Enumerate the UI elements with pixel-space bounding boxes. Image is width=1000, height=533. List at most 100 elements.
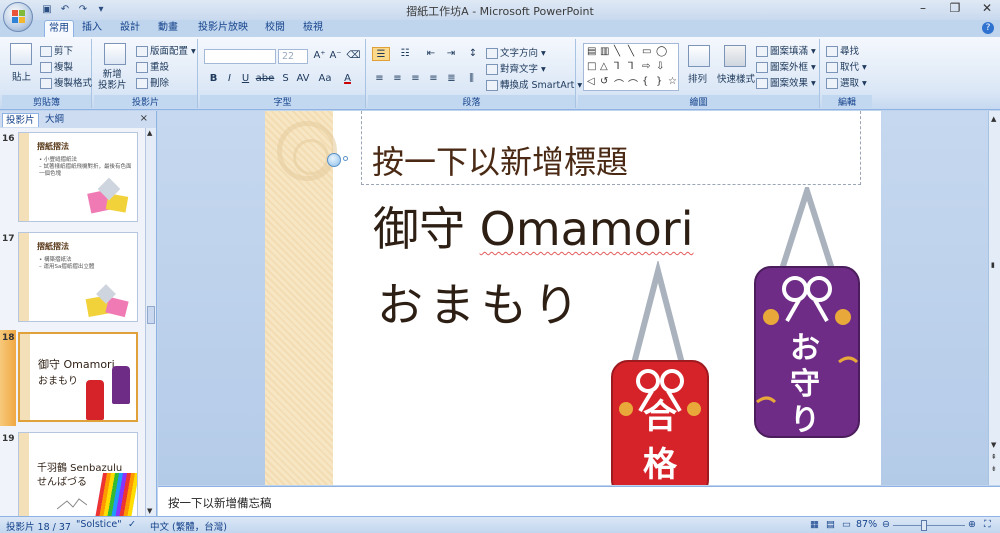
slide-heading[interactable]: 御守 Omamori — [373, 193, 693, 259]
font-color-button[interactable]: A — [340, 72, 355, 86]
shape-rect2-icon[interactable]: □ — [587, 61, 596, 72]
distribute-icon[interactable]: ≣ — [444, 72, 459, 86]
arrange-icon[interactable] — [688, 45, 710, 67]
paste-icon[interactable] — [10, 43, 32, 65]
grow-font-icon[interactable]: A⁺ — [312, 49, 327, 63]
replace-button[interactable]: 取代 ▾ — [826, 59, 867, 73]
quick-styles-button[interactable]: 快速樣式 — [717, 71, 755, 85]
zoom-level[interactable]: 87% — [856, 519, 877, 530]
zoom-in-icon[interactable]: ⊕ — [968, 519, 976, 530]
shape-elbow2-icon[interactable]: ⅂ — [628, 61, 634, 72]
reset-button[interactable]: 重設 — [136, 59, 169, 73]
strikethrough-button[interactable]: abe — [255, 72, 275, 86]
help-icon[interactable]: ? — [982, 22, 994, 34]
title-placeholder[interactable]: 按一下以新增標題 — [361, 111, 861, 185]
line-spacing-icon[interactable]: ↕ — [464, 47, 482, 61]
normal-view-icon[interactable]: ▦ — [810, 519, 819, 530]
tab-review[interactable]: 校閱 — [262, 20, 288, 37]
scroll-down-icon[interactable]: ▼ — [991, 441, 996, 449]
find-button[interactable]: 尋找 — [826, 43, 859, 57]
slide-subheading[interactable]: おまもり — [377, 269, 585, 335]
tab-insert[interactable]: 插入 — [79, 20, 105, 37]
zoom-slider-knob[interactable] — [921, 520, 927, 531]
tab-slides-pane[interactable]: 投影片 — [2, 113, 39, 127]
tab-view[interactable]: 檢視 — [300, 20, 326, 37]
paste-button[interactable]: 貼上 — [12, 69, 31, 83]
sorter-view-icon[interactable]: ▤ — [826, 519, 835, 530]
shape-connector2-icon[interactable]: ⌒ — [628, 76, 638, 91]
shapes-gallery[interactable]: ▤ ▥ ╲ ╲ ▭ ◯ □ △ ⅂ ⅂ ⇨ ⇩ ◁ ↺ ⌒ ⌒ { } ☆ — [583, 43, 679, 91]
minimize-icon[interactable]: – — [916, 1, 930, 15]
new-slide-icon[interactable] — [104, 43, 126, 65]
shrink-font-icon[interactable]: A⁻ — [328, 49, 343, 63]
slide-thumbnail-18[interactable]: 御守 Omamori おまもり — [18, 332, 138, 422]
tab-home[interactable]: 常用 — [44, 20, 74, 37]
shape-connector-icon[interactable]: ⌒ — [614, 76, 624, 91]
convert-smartart-button[interactable]: 轉換成 SmartArt ▾ — [486, 77, 582, 91]
slide-thumbnail-16[interactable]: 摺紙摺法 • 小豐縫摺紙法 – 試著樣紙摺紙飛機對折，最後有色面 一個色塊 — [18, 132, 138, 222]
justify-icon[interactable]: ≡ — [426, 72, 441, 86]
layout-button[interactable]: 版面配置 ▾ — [136, 43, 196, 57]
shape-outline-button[interactable]: 圖案外框 ▾ — [756, 59, 816, 73]
slide-thumbnail-19[interactable]: 千羽鶴 Senbazulu せんばづる — [18, 432, 138, 516]
char-spacing-button[interactable]: AV — [294, 72, 312, 86]
slide-scrollbar[interactable]: ▲ ▮ ▼ ⇞ ⇟ — [988, 111, 1000, 485]
shape-arrow-right-icon[interactable]: ⇨ — [642, 61, 650, 72]
shape-line2-icon[interactable]: ╲ — [628, 46, 634, 57]
notes-pane[interactable]: 按一下以新增備忘稿 — [158, 486, 1000, 516]
numbering-icon[interactable]: ☷ — [396, 47, 414, 61]
shape-triangle-icon[interactable]: △ — [600, 61, 608, 72]
shape-triangle2-icon[interactable]: ◁ — [587, 76, 595, 87]
close-icon[interactable]: ✕ — [980, 1, 994, 15]
pane-scroll-thumb[interactable] — [147, 306, 155, 324]
tab-slideshow[interactable]: 投影片放映 — [195, 20, 251, 37]
columns-icon[interactable]: ⫼ — [464, 72, 479, 86]
resize-handle[interactable] — [343, 156, 348, 161]
decrease-indent-icon[interactable]: ⇤ — [422, 47, 440, 61]
scroll-down-icon[interactable]: ▼ — [147, 507, 152, 515]
clear-format-icon[interactable]: ⌫ — [346, 49, 361, 63]
new-slide-button[interactable]: 新增 投影片 — [98, 69, 127, 91]
quick-styles-icon[interactable] — [724, 45, 746, 67]
shape-fill-button[interactable]: 圖案填滿 ▾ — [756, 43, 816, 57]
shape-textbox-icon[interactable]: ▤ — [587, 46, 596, 57]
zoom-out-icon[interactable]: ⊖ — [882, 519, 890, 530]
tab-design[interactable]: 設計 — [117, 20, 143, 37]
format-painter-button[interactable]: 複製格式 — [40, 75, 92, 89]
shape-star-icon[interactable]: ☆ — [668, 76, 677, 87]
zoom-slider[interactable] — [893, 525, 965, 526]
shadow-button[interactable]: S — [278, 72, 293, 86]
italic-button[interactable]: I — [222, 72, 237, 86]
shape-brace2-icon[interactable]: } — [656, 76, 662, 87]
shape-arrow-down-icon[interactable]: ⇩ — [656, 61, 664, 72]
bullets-icon[interactable]: ☰ — [372, 47, 390, 61]
shape-elbow-icon[interactable]: ⅂ — [614, 61, 620, 72]
current-slide[interactable]: 按一下以新增標題 御守 Omamori おまもり 合 格 お 守 り — [265, 111, 881, 485]
shape-brace-icon[interactable]: { — [642, 76, 648, 87]
change-case-button[interactable]: Aa — [316, 72, 334, 86]
rotation-handle[interactable] — [327, 153, 341, 167]
underline-button[interactable]: U — [238, 72, 253, 86]
font-size-field[interactable]: 22 — [278, 49, 308, 64]
text-direction-button[interactable]: 文字方向 ▾ — [486, 45, 546, 59]
delete-button[interactable]: 刪除 — [136, 75, 169, 89]
increase-indent-icon[interactable]: ⇥ — [442, 47, 460, 61]
align-left-icon[interactable]: ≡ — [372, 72, 387, 86]
align-right-icon[interactable]: ≡ — [408, 72, 423, 86]
scroll-thumb-icon[interactable]: ▮ — [991, 261, 995, 269]
copy-button[interactable]: 複製 — [40, 59, 73, 73]
close-pane-icon[interactable]: × — [140, 113, 148, 124]
prev-slide-icon[interactable]: ⇞ — [991, 453, 997, 461]
align-text-button[interactable]: 對齊文字 ▾ — [486, 61, 546, 75]
cut-button[interactable]: 剪下 — [40, 43, 73, 57]
tab-animations[interactable]: 動畫 — [155, 20, 181, 37]
scroll-up-icon[interactable]: ▲ — [991, 115, 996, 123]
slide-thumbnail-17[interactable]: 摺紙摺法 • 構築摺紙法 – 運用Sa摺紙摺出立體 — [18, 232, 138, 322]
select-button[interactable]: 選取 ▾ — [826, 75, 867, 89]
fit-window-icon[interactable]: ⛶ — [984, 519, 991, 530]
shape-vtextbox-icon[interactable]: ▥ — [600, 46, 609, 57]
shape-rect-icon[interactable]: ▭ — [642, 46, 651, 57]
shape-line-icon[interactable]: ╲ — [614, 46, 620, 57]
pane-scrollbar[interactable]: ▲ ▼ — [145, 128, 156, 516]
tab-outline-pane[interactable]: 大綱 — [42, 113, 67, 127]
